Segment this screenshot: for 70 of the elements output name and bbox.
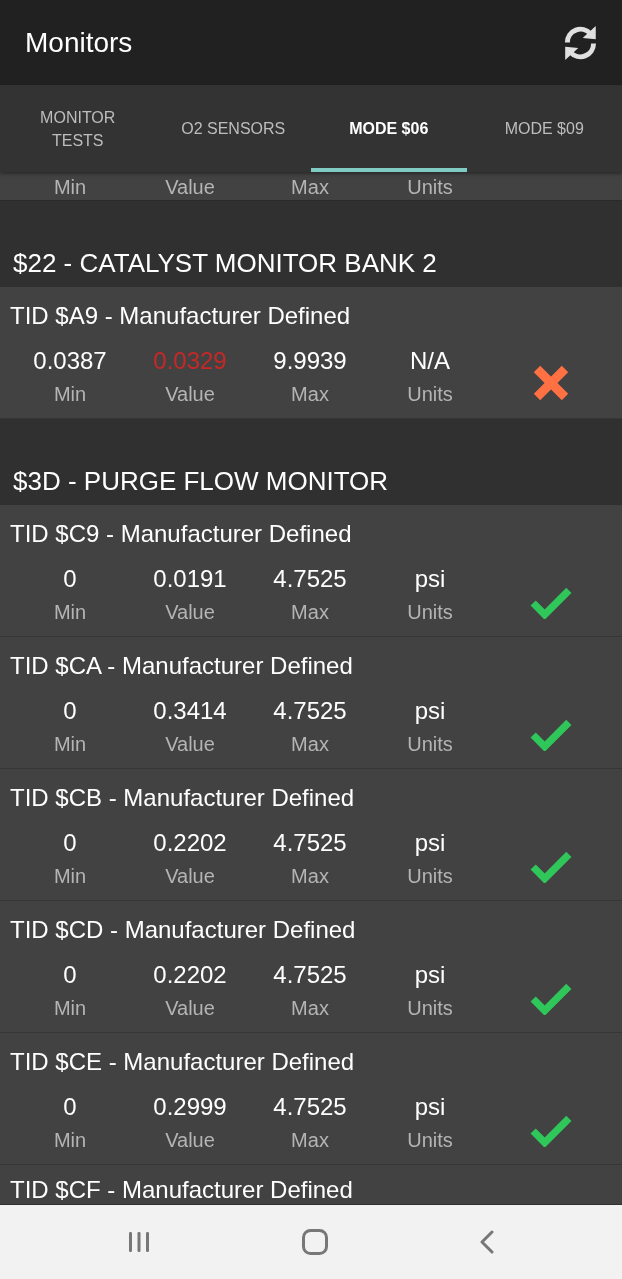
field-label: Min xyxy=(52,175,88,200)
field-label: Units xyxy=(406,175,454,200)
section-title: $22 - CATALYST MONITOR BANK 2 xyxy=(12,247,437,280)
field-label: Min xyxy=(53,996,87,1021)
field-value: 9.9939 xyxy=(273,346,347,376)
field-label: Value xyxy=(165,864,215,889)
field-label: Units xyxy=(407,382,453,407)
field-label: Value xyxy=(165,600,215,625)
field-value: 0.2202 xyxy=(153,960,227,990)
field-value: 0 xyxy=(63,1092,77,1122)
field-label: Max xyxy=(291,1128,329,1153)
field-label: Units xyxy=(407,996,453,1021)
field-label: Value xyxy=(164,175,216,200)
field-value: psi xyxy=(414,1092,446,1122)
test-title: TID $CE - Manufacturer Defined xyxy=(10,1047,355,1077)
field-value: 4.7525 xyxy=(273,960,347,990)
field-value: 0.0191 xyxy=(153,564,227,594)
field-label: Units xyxy=(407,864,453,889)
field-label: Min xyxy=(53,732,87,757)
field-label: Value xyxy=(165,996,215,1021)
field-label: Max xyxy=(291,864,329,889)
app-title: Monitors xyxy=(25,25,133,60)
test-title: TID $CF - Manufacturer Defined xyxy=(10,1176,353,1203)
field-value: 0.0387 xyxy=(33,346,107,376)
field-label: Units xyxy=(407,1128,453,1153)
field-label: Min xyxy=(53,600,87,625)
tab[interactable]: O2 SENSORS xyxy=(155,85,311,172)
field-label: Min xyxy=(53,864,87,889)
test-title: TID $CD - Manufacturer Defined xyxy=(10,915,356,945)
field-value: psi xyxy=(414,828,446,858)
tab[interactable]: MODE $06 xyxy=(311,85,467,172)
field-value: 0.0329 xyxy=(153,346,227,376)
field-label: Max xyxy=(291,732,329,757)
field-label: Units xyxy=(407,600,453,625)
test-title: TID $CB - Manufacturer Defined xyxy=(10,783,355,813)
field-value: psi xyxy=(414,696,446,726)
section-title: $3D - PURGE FLOW MONITOR xyxy=(12,465,389,498)
tab[interactable]: MODE $09 xyxy=(466,85,622,172)
field-label: Max xyxy=(291,996,329,1021)
field-label: Max xyxy=(290,175,330,200)
field-value: 0.2202 xyxy=(153,828,227,858)
refresh-icon[interactable] xyxy=(564,24,598,61)
field-label: Units xyxy=(407,732,453,757)
vertical-bars-icon[interactable] xyxy=(128,1231,150,1253)
field-value: 0 xyxy=(63,564,77,594)
field-value: N/A xyxy=(410,346,450,376)
test-title: TID $C9 - Manufacturer Defined xyxy=(10,519,352,549)
field-label: Min xyxy=(53,1128,87,1153)
field-value: 4.7525 xyxy=(273,696,347,726)
field-label: Value xyxy=(165,382,215,407)
field-label: Min xyxy=(53,382,87,407)
tab[interactable]: MONITOR TESTS xyxy=(0,85,156,172)
test-title: TID $CA - Manufacturer Defined xyxy=(10,651,353,681)
field-value: 0 xyxy=(63,960,77,990)
field-value: psi xyxy=(414,960,446,990)
field-value: psi xyxy=(414,564,446,594)
field-value: 4.7525 xyxy=(273,1092,347,1122)
field-value: 4.7525 xyxy=(273,828,347,858)
field-label: Value xyxy=(165,1128,215,1153)
rounded-square-icon[interactable] xyxy=(302,1229,328,1255)
chevron-left-icon[interactable] xyxy=(480,1230,494,1254)
field-label: Max xyxy=(291,600,329,625)
field-label: Value xyxy=(165,732,215,757)
field-value: 4.7525 xyxy=(273,564,347,594)
field-value: 0 xyxy=(63,696,77,726)
field-value: 0 xyxy=(63,828,77,858)
field-value: 0.3414 xyxy=(153,696,227,726)
field-value: 0.2999 xyxy=(153,1092,227,1122)
test-title: TID $A9 - Manufacturer Defined xyxy=(10,301,351,331)
field-label: Max xyxy=(291,382,329,407)
